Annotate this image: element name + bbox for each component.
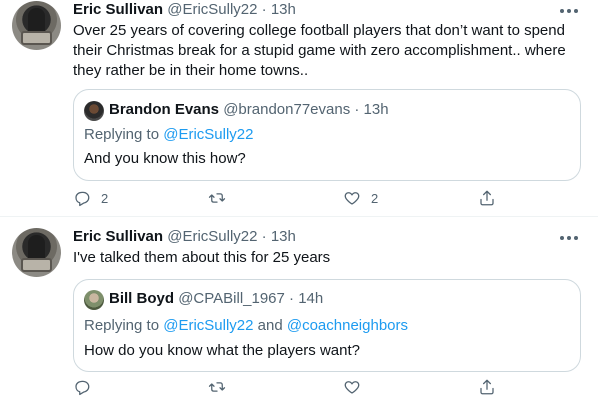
action-bar: 2 2: [73, 188, 496, 208]
avatar[interactable]: [12, 1, 61, 50]
share-icon: [480, 190, 494, 206]
quote-avatar: [84, 101, 104, 121]
reply-icon: [75, 191, 90, 207]
action-bar: [73, 377, 496, 397]
replying-to-handle[interactable]: @EricSully22: [163, 317, 253, 334]
tweet-1[interactable]: Eric Sullivan @EricSully22 · 13h Over 25…: [0, 0, 598, 216]
reply-button[interactable]: 2: [73, 188, 108, 208]
replying-to: Replying to @EricSully22: [84, 125, 253, 145]
reply-button[interactable]: [73, 377, 101, 397]
retweet-icon: [208, 193, 226, 203]
like-button[interactable]: [343, 377, 371, 397]
replying-to-handle[interactable]: @EricSully22: [163, 126, 253, 143]
tweet-text: Over 25 years of covering college footba…: [73, 22, 566, 79]
quote-author-name: Brandon Evans: [109, 101, 220, 118]
like-icon: [344, 192, 360, 205]
quote-author-name: Bill Boyd: [109, 290, 175, 307]
share-icon: [480, 379, 494, 395]
separator-dot: ·: [354, 101, 360, 118]
separator-dot: ·: [261, 228, 267, 245]
retweet-button[interactable]: [208, 188, 236, 208]
replying-joiner: and: [257, 317, 283, 334]
reply-count: 2: [101, 190, 109, 206]
quoted-tweet[interactable]: Bill Boyd @CPABill_1967 · 14h Replying t…: [73, 279, 581, 372]
retweet-button[interactable]: [208, 377, 236, 397]
more-icon[interactable]: [560, 8, 578, 14]
timestamp[interactable]: 13h: [271, 1, 296, 18]
quote-timestamp: 14h: [298, 290, 324, 307]
timestamp[interactable]: 13h: [271, 228, 296, 245]
reply-icon: [75, 380, 90, 396]
tweet-text: I've talked them about this for 25 years: [73, 249, 331, 266]
like-count: 2: [371, 190, 379, 206]
quote-avatar: [84, 290, 104, 310]
tweet-header: Eric Sullivan @EricSully22 · 13h: [73, 227, 296, 247]
author-handle[interactable]: @EricSully22: [167, 1, 257, 18]
replying-prefix: Replying to: [84, 126, 160, 143]
share-button[interactable]: [478, 377, 496, 397]
quote-text: How do you know what the players want?: [84, 342, 360, 359]
like-icon: [344, 381, 360, 394]
author-handle[interactable]: @EricSully22: [167, 228, 257, 245]
retweet-icon: [208, 382, 226, 392]
separator-dot: ·: [261, 1, 267, 18]
author-name[interactable]: Eric Sullivan: [73, 1, 163, 18]
quote-text: And you know this how?: [84, 150, 246, 167]
like-button[interactable]: 2: [343, 188, 378, 208]
replying-to-handle-2[interactable]: @coachneighbors: [287, 317, 408, 334]
replying-prefix: Replying to: [84, 317, 160, 334]
more-icon[interactable]: [560, 235, 578, 241]
quoted-tweet[interactable]: Brandon Evans @brandon77evans · 13h Repl…: [73, 89, 581, 181]
avatar[interactable]: [12, 228, 61, 277]
author-name[interactable]: Eric Sullivan: [73, 228, 163, 245]
quote-author-handle: @CPABill_1967: [178, 290, 285, 307]
quote-timestamp: 13h: [363, 101, 389, 118]
share-button[interactable]: [478, 188, 496, 208]
quote-author-handle: @brandon77evans: [223, 101, 351, 118]
tweet-header: Eric Sullivan @EricSully22 · 13h: [73, 0, 296, 20]
separator-dot: ·: [289, 290, 295, 307]
tweet-2[interactable]: Eric Sullivan @EricSully22 · 13h I've ta…: [0, 217, 598, 406]
replying-to: Replying to @EricSully22 and @coachneigh…: [84, 316, 408, 336]
